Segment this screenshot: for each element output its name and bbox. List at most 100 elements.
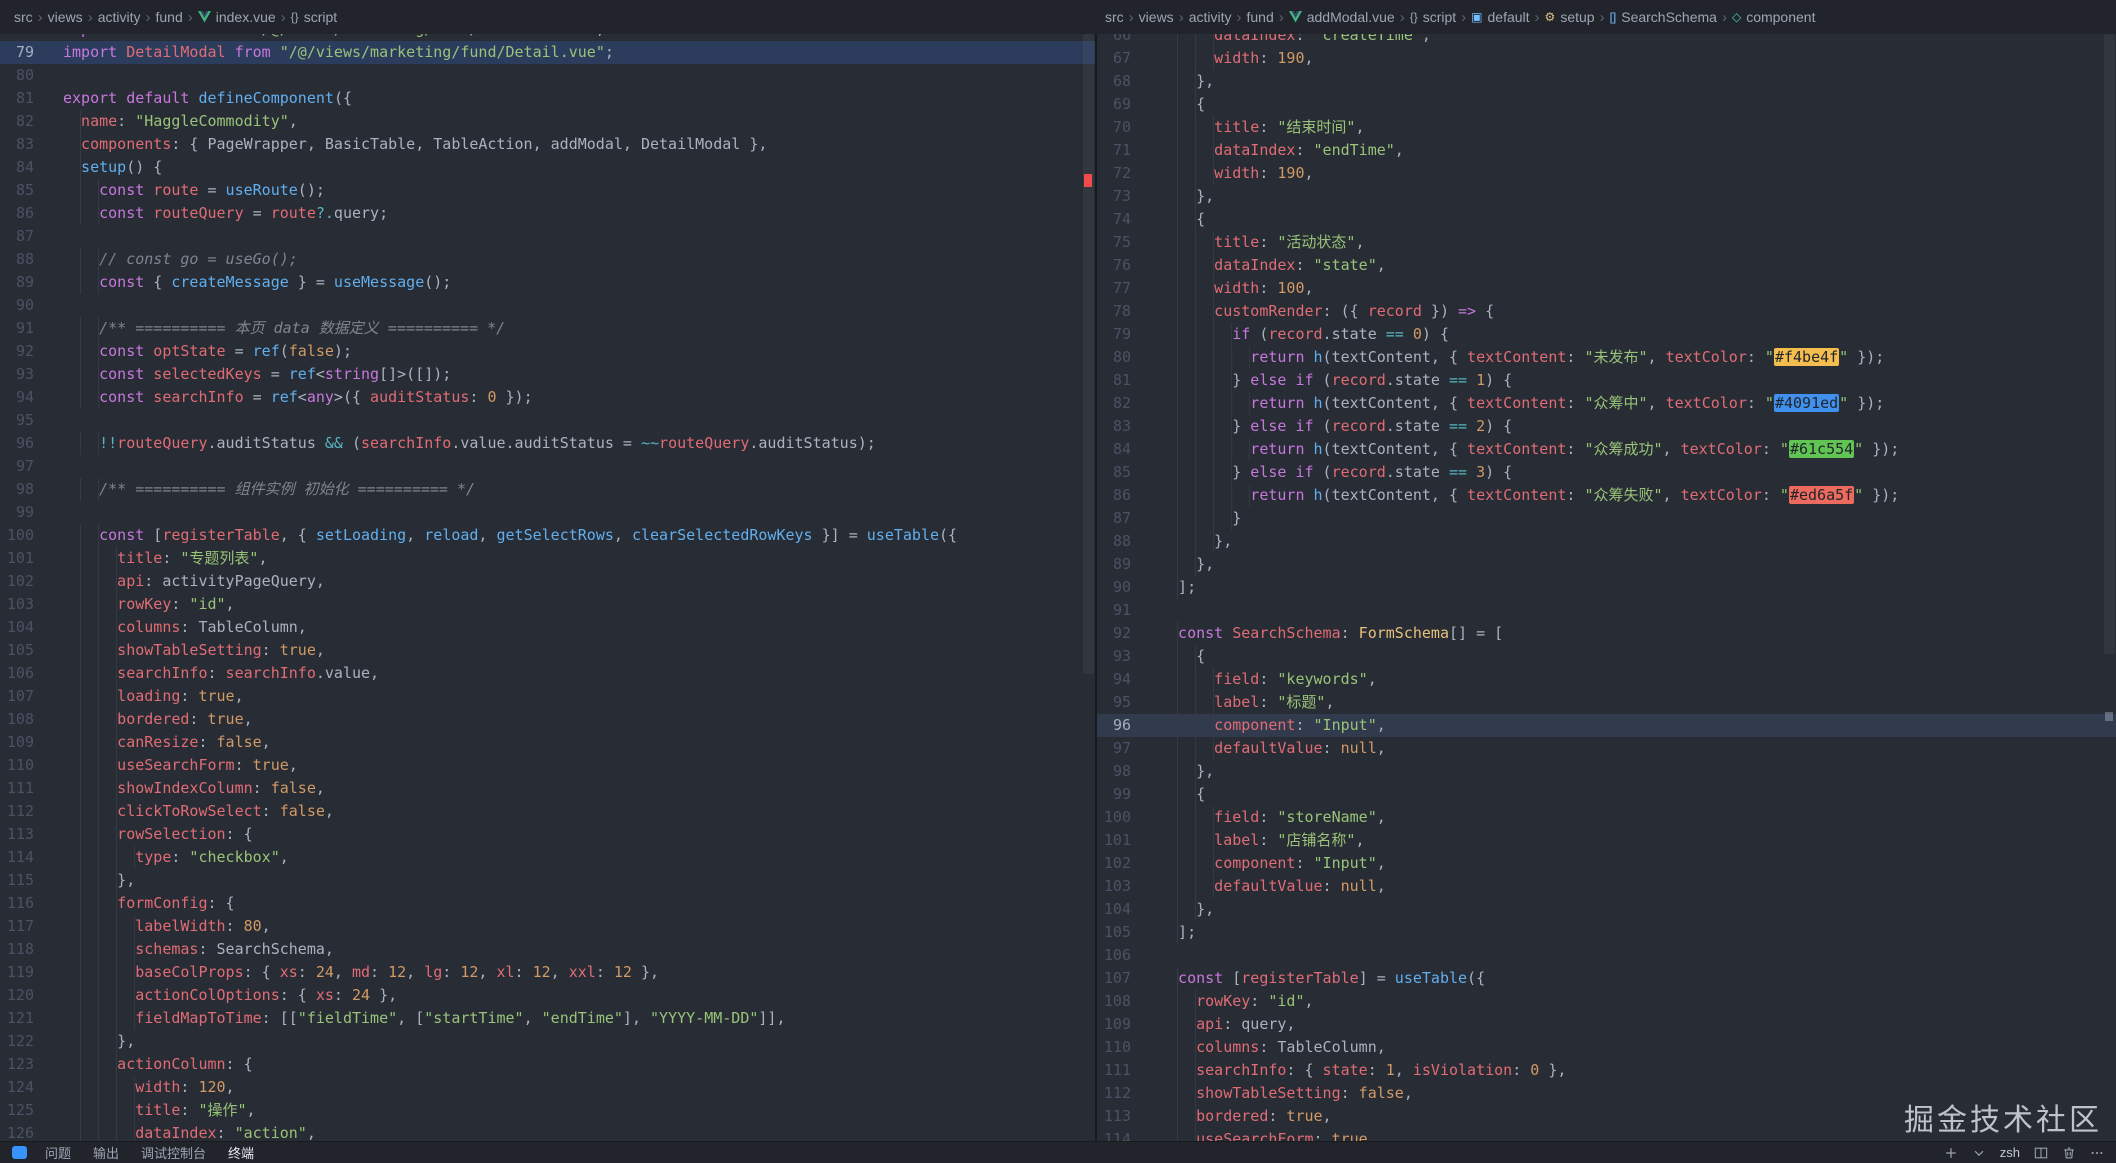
code-line[interactable]: 85const route = useRoute(); (0, 179, 1095, 202)
editor-pane-right[interactable]: 66dataIndex: "createTime",67width: 190,6… (1097, 34, 2116, 1141)
code-line[interactable]: 115}, (0, 869, 1095, 892)
code-line[interactable]: 109api: query, (1097, 1013, 2116, 1036)
code-line[interactable]: 96!!routeQuery.auditStatus && (searchInf… (0, 432, 1095, 455)
code-line[interactable]: 106 (1097, 944, 2116, 967)
code-line[interactable]: 107const [registerTable] = useTable({ (1097, 967, 2116, 990)
breadcrumb-item-addmodal-vue[interactable]: addModal.vue (1289, 9, 1395, 25)
code-line[interactable]: 91/** ========== 本页 data 数据定义 ==========… (0, 317, 1095, 340)
breadcrumb-item-src[interactable]: src (1105, 9, 1124, 25)
code-line[interactable]: 121fieldMapToTime: [["fieldTime", ["star… (0, 1007, 1095, 1030)
code-line[interactable]: 83} else if (record.state == 2) { (1097, 415, 2116, 438)
code-line[interactable]: 104}, (1097, 898, 2116, 921)
code-line[interactable]: 84setup() { (0, 156, 1095, 179)
split-terminal-icon[interactable] (2034, 1146, 2048, 1160)
code-line[interactable]: 97 (0, 455, 1095, 478)
terminal-shell-label[interactable]: zsh (2000, 1145, 2020, 1160)
code-line[interactable]: 80return h(textContent, { textContent: "… (1097, 346, 2116, 369)
code-line[interactable]: 111searchInfo: { state: 1, isViolation: … (1097, 1059, 2116, 1082)
code-line[interactable]: 94const searchInfo = ref<any>({ auditSta… (0, 386, 1095, 409)
scrollbar-right[interactable] (2102, 34, 2116, 1141)
code-line[interactable]: 120actionColOptions: { xs: 24 }, (0, 984, 1095, 1007)
code-line[interactable]: 84return h(textContent, { textContent: "… (1097, 438, 2116, 461)
code-line[interactable]: 103defaultValue: null, (1097, 875, 2116, 898)
code-line[interactable]: 105]; (1097, 921, 2116, 944)
code-line[interactable]: 90]; (1097, 576, 2116, 599)
code-line[interactable]: 88}, (1097, 530, 2116, 553)
breadcrumb-item-fund[interactable]: fund (155, 9, 182, 25)
code-line[interactable]: 106searchInfo: searchInfo.value, (0, 662, 1095, 685)
code-line[interactable]: 92const SearchSchema: FormSchema[] = [ (1097, 622, 2116, 645)
code-line[interactable]: 101label: "店铺名称", (1097, 829, 2116, 852)
code-line[interactable]: 110columns: TableColumn, (1097, 1036, 2116, 1059)
code-line[interactable]: 66dataIndex: "createTime", (1097, 34, 2116, 47)
panel-tab[interactable]: 调试控制台 (141, 1143, 206, 1162)
code-line[interactable]: 86return h(textContent, { textContent: "… (1097, 484, 2116, 507)
code-line[interactable]: 77width: 100, (1097, 277, 2116, 300)
code-line[interactable]: 98}, (1097, 760, 2116, 783)
code-line[interactable]: 93const selectedKeys = ref<string[]>([])… (0, 363, 1095, 386)
code-line[interactable]: 114type: "checkbox", (0, 846, 1095, 869)
code-line[interactable]: 74{ (1097, 208, 2116, 231)
code-line[interactable]: 103rowKey: "id", (0, 593, 1095, 616)
breadcrumb-item-setup[interactable]: ⚙setup (1545, 9, 1595, 25)
code-line[interactable]: 96component: "Input", (1097, 714, 2116, 737)
code-line[interactable]: 78import addModal from "/@/views/marketi… (0, 34, 1095, 41)
code-line[interactable]: 90 (0, 294, 1095, 317)
code-line[interactable]: 68}, (1097, 70, 2116, 93)
breadcrumb-item-index-vue[interactable]: index.vue (198, 9, 276, 25)
code-line[interactable]: 101title: "专题列表", (0, 547, 1095, 570)
code-line[interactable]: 81export default defineComponent({ (0, 87, 1095, 110)
code-line[interactable]: 117labelWidth: 80, (0, 915, 1095, 938)
code-line[interactable]: 97defaultValue: null, (1097, 737, 2116, 760)
code-line[interactable]: 82return h(textContent, { textContent: "… (1097, 392, 2116, 415)
code-line[interactable]: 119baseColProps: { xs: 24, md: 12, lg: 1… (0, 961, 1095, 984)
code-line[interactable]: 91 (1097, 599, 2116, 622)
code-line[interactable]: 100const [registerTable, { setLoading, r… (0, 524, 1095, 547)
scrollbar-thumb[interactable] (1083, 34, 1094, 674)
code-line[interactable]: 79import DetailModal from "/@/views/mark… (0, 41, 1095, 64)
code-line[interactable]: 104columns: TableColumn, (0, 616, 1095, 639)
code-line[interactable]: 107loading: true, (0, 685, 1095, 708)
code-line[interactable]: 72width: 190, (1097, 162, 2116, 185)
code-line[interactable]: 102component: "Input", (1097, 852, 2116, 875)
scrollbar-left[interactable] (1081, 34, 1095, 1141)
code-line[interactable]: 85} else if (record.state == 3) { (1097, 461, 2116, 484)
code-line[interactable]: 116formConfig: { (0, 892, 1095, 915)
code-line[interactable]: 95 (0, 409, 1095, 432)
code-line[interactable]: 113rowSelection: { (0, 823, 1095, 846)
code-line[interactable]: 82name: "HaggleCommodity", (0, 110, 1095, 133)
code-line[interactable]: 94field: "keywords", (1097, 668, 2116, 691)
code-line[interactable]: 112clickToRowSelect: false, (0, 800, 1095, 823)
code-line[interactable]: 73}, (1097, 185, 2116, 208)
code-line[interactable]: 99{ (1097, 783, 2116, 806)
code-line[interactable]: 108rowKey: "id", (1097, 990, 2116, 1013)
chevron-down-icon[interactable] (1972, 1146, 1986, 1160)
code-line[interactable]: 110useSearchForm: true, (0, 754, 1095, 777)
code-line[interactable]: 111showIndexColumn: false, (0, 777, 1095, 800)
code-line[interactable]: 92const optState = ref(false); (0, 340, 1095, 363)
panel-tab[interactable]: 输出 (93, 1143, 119, 1162)
code-line[interactable]: 108bordered: true, (0, 708, 1095, 731)
code-line[interactable]: 123actionColumn: { (0, 1053, 1095, 1076)
breadcrumb-item-activity[interactable]: activity (98, 9, 141, 25)
code-line[interactable]: 81} else if (record.state == 1) { (1097, 369, 2116, 392)
panel-tab[interactable]: 问题 (45, 1143, 71, 1162)
code-line[interactable]: 87} (1097, 507, 2116, 530)
breadcrumb-item-activity[interactable]: activity (1189, 9, 1232, 25)
code-line[interactable]: 102api: activityPageQuery, (0, 570, 1095, 593)
breadcrumb-item-searchschema[interactable]: []SearchSchema (1610, 9, 1717, 25)
breadcrumb-item-default[interactable]: ▣default (1471, 9, 1529, 25)
breadcrumb-item-views[interactable]: views (48, 9, 83, 25)
code-line[interactable]: 78customRender: ({ record }) => { (1097, 300, 2116, 323)
code-area-left[interactable]: 78import addModal from "/@/views/marketi… (0, 34, 1095, 1141)
code-line[interactable]: 124width: 120, (0, 1076, 1095, 1099)
code-line[interactable]: 83components: { PageWrapper, BasicTable,… (0, 133, 1095, 156)
code-line[interactable]: 75title: "活动状态", (1097, 231, 2116, 254)
code-line[interactable]: 86const routeQuery = route?.query; (0, 202, 1095, 225)
breadcrumb-item-fund[interactable]: fund (1246, 9, 1273, 25)
trash-icon[interactable] (2062, 1146, 2076, 1160)
code-line[interactable]: 67width: 190, (1097, 47, 2116, 70)
code-line[interactable]: 98/** ========== 组件实例 初始化 ========== */ (0, 478, 1095, 501)
code-line[interactable]: 95label: "标题", (1097, 691, 2116, 714)
code-line[interactable]: 80 (0, 64, 1095, 87)
